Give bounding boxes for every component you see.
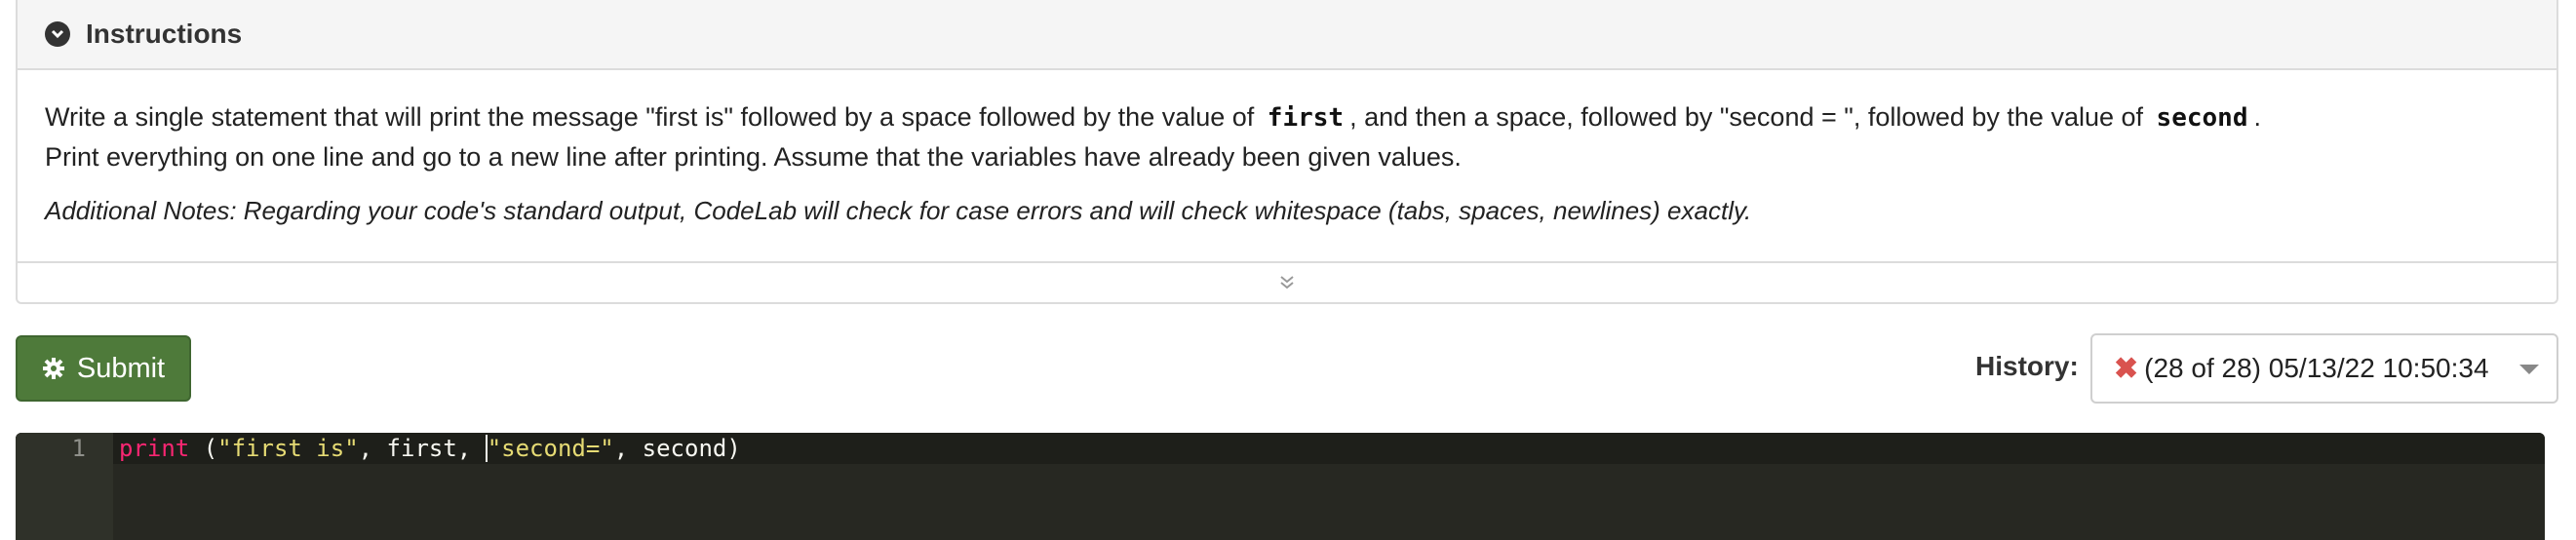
line-number: 1 [71, 435, 86, 462]
code-editor[interactable]: 1 print ("first is", first, "second=", s… [16, 433, 2545, 540]
expand-toggle[interactable] [18, 261, 2556, 302]
gear-icon [42, 357, 65, 380]
instructions-panel: Instructions Write a single statement th… [16, 0, 2558, 304]
instructions-body: Write a single statement that will print… [18, 70, 2556, 226]
history-selected-value: (28 of 28) 05/13/22 10:50:34 [2144, 353, 2489, 383]
token-keyword: print [119, 435, 190, 462]
instructions-text: Write a single statement that will print… [45, 97, 2529, 176]
token-end: , second) [613, 435, 741, 462]
submit-button[interactable]: Submit [16, 335, 191, 402]
token-string-2: "second=" [487, 435, 614, 462]
instructions-line1-middle: , and then a space, followed by "second … [1349, 102, 2144, 132]
submit-label: Submit [76, 352, 166, 384]
instructions-header[interactable]: Instructions [18, 0, 2556, 70]
history-select[interactable]: ✖ (28 of 28) 05/13/22 10:50:34 [2090, 333, 2558, 404]
instructions-line2: Print everything on one line and go to a… [45, 142, 1462, 172]
double-chevron-down-icon[interactable] [1278, 275, 1296, 290]
x-icon: ✖ [2114, 352, 2139, 385]
instructions-title: Instructions [86, 19, 243, 49]
instructions-notes: Additional Notes: Regarding your code's … [45, 196, 1752, 225]
code-line[interactable]: print ("first is", first, "second=", sec… [119, 433, 741, 464]
caret-down-icon [2519, 365, 2539, 374]
code-second: second [2156, 103, 2248, 133]
instructions-line1-start: Write a single statement that will print… [45, 102, 1255, 132]
token-open: ( [189, 435, 218, 462]
token-middle: , first, [358, 435, 486, 462]
instructions-line1-end: . [2253, 102, 2261, 132]
code-first: first [1267, 103, 1345, 133]
chevron-down-circle-icon[interactable] [45, 21, 70, 47]
token-string-1: "first is" [217, 435, 359, 462]
history-label: History: [1975, 351, 2079, 381]
